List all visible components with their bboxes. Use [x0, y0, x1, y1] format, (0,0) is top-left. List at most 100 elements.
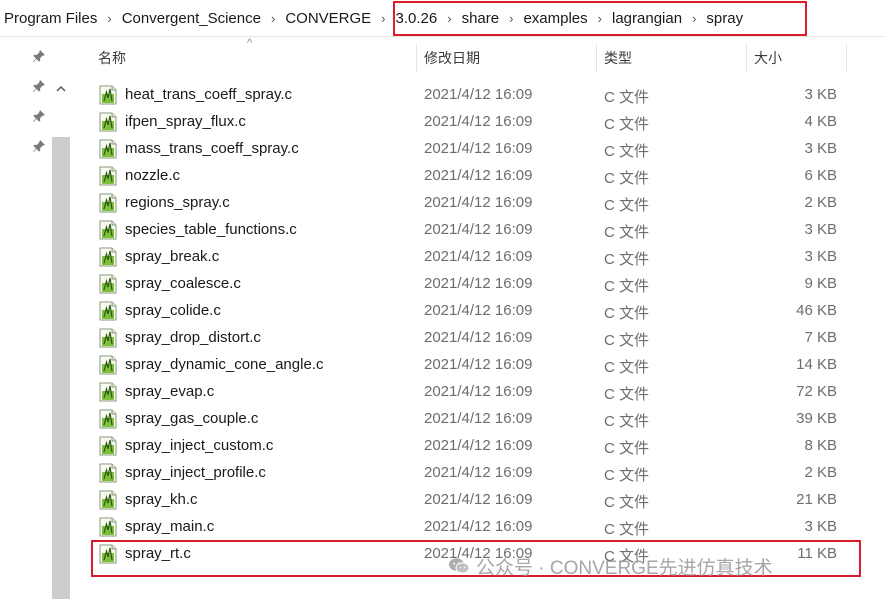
breadcrumb-item[interactable]: Convergent_Science	[119, 10, 264, 27]
file-row[interactable]: spray_rt.c 2021/4/12 16:09 C 文件 11 KB	[88, 541, 848, 568]
file-name: nozzle.c	[125, 167, 181, 184]
breadcrumb-separator[interactable]: ›	[100, 11, 118, 26]
pin-icon[interactable]	[31, 48, 47, 64]
file-name: mass_trans_coeff_spray.c	[125, 140, 299, 157]
column-modified[interactable]: 修改日期	[424, 42, 480, 74]
file-type: C 文件	[604, 305, 650, 322]
file-name: spray_kh.c	[125, 491, 198, 508]
file-type: C 文件	[604, 143, 650, 160]
file-name: heat_trans_coeff_spray.c	[125, 86, 293, 103]
file-name: regions_spray.c	[125, 194, 230, 211]
file-size: 2 KB	[804, 194, 837, 211]
column-size[interactable]: 大小	[754, 42, 782, 74]
file-size: 3 KB	[804, 140, 837, 157]
breadcrumb-separator[interactable]: ›	[685, 11, 703, 26]
file-name: spray_break.c	[125, 248, 220, 265]
file-type: C 文件	[604, 116, 650, 133]
file-modified: 2021/4/12 16:09	[424, 464, 533, 481]
file-row[interactable]: spray_kh.c 2021/4/12 16:09 C 文件 21 KB	[88, 487, 848, 514]
file-row[interactable]: spray_gas_couple.c 2021/4/12 16:09 C 文件 39 …	[88, 406, 848, 433]
nav-scrollbar[interactable]	[52, 137, 70, 599]
file-size: 11 KB	[797, 545, 837, 562]
pin-icon[interactable]	[31, 78, 47, 94]
file-modified: 2021/4/12 16:09	[424, 383, 533, 400]
pin-icon[interactable]	[31, 108, 47, 124]
breadcrumb-separator[interactable]: ›	[502, 11, 520, 26]
file-type: C 文件	[604, 413, 650, 430]
file-row[interactable]: spray_coalesce.c 2021/4/12 16:09 C 文件 9 KB	[88, 271, 848, 298]
breadcrumb-separator[interactable]: ›	[440, 11, 458, 26]
column-divider[interactable]	[416, 44, 417, 72]
file-size: 46 KB	[796, 302, 837, 319]
file-name: spray_rt.c	[125, 545, 191, 562]
breadcrumb-item[interactable]: Program Files	[0, 10, 100, 27]
file-size: 3 KB	[804, 248, 837, 265]
file-modified: 2021/4/12 16:09	[424, 545, 533, 562]
file-row[interactable]: spray_break.c 2021/4/12 16:09 C 文件 3 KB	[88, 244, 848, 271]
file-row[interactable]: spray_drop_distort.c 2021/4/12 16:09 C 文件 7…	[88, 325, 848, 352]
file-row[interactable]: nozzle.c 2021/4/12 16:09 C 文件 6 KB	[88, 163, 848, 190]
c-file-icon	[99, 490, 117, 510]
file-modified: 2021/4/12 16:09	[424, 329, 533, 346]
c-file-icon	[99, 85, 117, 105]
file-size: 6 KB	[804, 167, 837, 184]
c-file-icon	[99, 301, 117, 321]
file-type: C 文件	[604, 251, 650, 268]
file-type: C 文件	[604, 386, 650, 403]
file-row[interactable]: regions_spray.c 2021/4/12 16:09 C 文件 2 KB	[88, 190, 848, 217]
file-type: C 文件	[604, 332, 650, 349]
c-file-icon	[99, 274, 117, 294]
column-divider[interactable]	[596, 44, 597, 72]
file-name: spray_coalesce.c	[125, 275, 241, 292]
file-row[interactable]: spray_evap.c 2021/4/12 16:09 C 文件 72 KB	[88, 379, 848, 406]
breadcrumb-item[interactable]: share	[459, 10, 503, 27]
sort-indicator: ^	[247, 37, 253, 49]
file-modified: 2021/4/12 16:09	[424, 167, 533, 184]
c-file-icon	[99, 517, 117, 537]
file-modified: 2021/4/12 16:09	[424, 86, 533, 103]
file-row[interactable]: ifpen_spray_flux.c 2021/4/12 16:09 C 文件 4 K…	[88, 109, 848, 136]
breadcrumb-separator[interactable]: ›	[374, 11, 392, 26]
file-size: 3 KB	[804, 518, 837, 535]
column-divider[interactable]	[746, 44, 747, 72]
file-size: 7 KB	[804, 329, 837, 346]
breadcrumb-separator[interactable]: ›	[591, 11, 609, 26]
breadcrumb-separator[interactable]: ›	[264, 11, 282, 26]
file-modified: 2021/4/12 16:09	[424, 221, 533, 238]
c-file-icon	[99, 247, 117, 267]
breadcrumb-item[interactable]: examples	[520, 10, 590, 27]
file-row[interactable]: heat_trans_coeff_spray.c 2021/4/12 16:09 C…	[88, 82, 848, 109]
file-name: spray_gas_couple.c	[125, 410, 259, 427]
pin-icon[interactable]	[31, 138, 47, 154]
file-size: 14 KB	[796, 356, 837, 373]
column-name[interactable]: 名称	[98, 42, 126, 74]
breadcrumb-item[interactable]: lagrangian	[609, 10, 685, 27]
file-modified: 2021/4/12 16:09	[424, 437, 533, 454]
file-modified: 2021/4/12 16:09	[424, 491, 533, 508]
c-file-icon	[99, 328, 117, 348]
c-file-icon	[99, 409, 117, 429]
file-row[interactable]: spray_dynamic_cone_angle.c 2021/4/12 16:0…	[88, 352, 848, 379]
file-type: C 文件	[604, 197, 650, 214]
breadcrumb-item[interactable]: 3.0.26	[393, 10, 441, 27]
file-row[interactable]: spray_inject_profile.c 2021/4/12 16:09 C 文…	[88, 460, 848, 487]
file-modified: 2021/4/12 16:09	[424, 302, 533, 319]
file-row[interactable]: spray_main.c 2021/4/12 16:09 C 文件 3 KB	[88, 514, 848, 541]
file-size: 8 KB	[804, 437, 837, 454]
chevron-up-icon[interactable]	[52, 79, 70, 97]
file-modified: 2021/4/12 16:09	[424, 518, 533, 535]
c-file-icon	[99, 382, 117, 402]
navigation-pane	[0, 37, 72, 599]
file-row[interactable]: species_table_functions.c 2021/4/12 16:09…	[88, 217, 848, 244]
breadcrumb-item[interactable]: spray	[703, 10, 746, 27]
file-type: C 文件	[604, 467, 650, 484]
file-name: spray_main.c	[125, 518, 215, 535]
breadcrumb: Program Files › Convergent_Science › CONVERG…	[0, 0, 885, 37]
file-row[interactable]: spray_colide.c 2021/4/12 16:09 C 文件 46 KB	[88, 298, 848, 325]
column-divider[interactable]	[846, 44, 847, 72]
file-row[interactable]: spray_inject_custom.c 2021/4/12 16:09 C 文件…	[88, 433, 848, 460]
breadcrumb-item[interactable]: CONVERGE	[282, 10, 374, 27]
file-row[interactable]: mass_trans_coeff_spray.c 2021/4/12 16:09 C…	[88, 136, 848, 163]
c-file-icon	[99, 166, 117, 186]
column-type[interactable]: 类型	[604, 42, 632, 74]
